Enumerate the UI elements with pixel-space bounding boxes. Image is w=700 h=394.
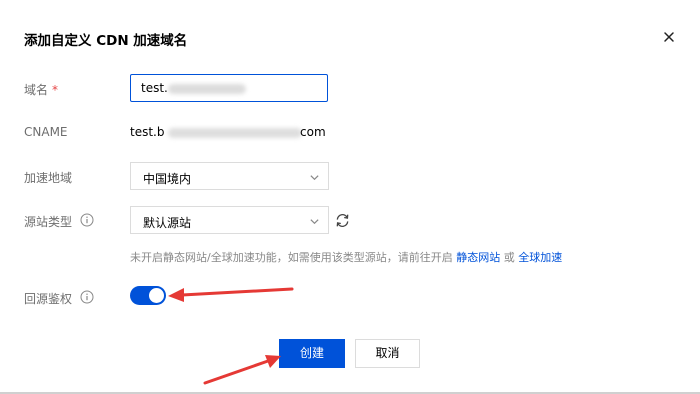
toggle-knob: [149, 288, 164, 303]
global-acceleration-link[interactable]: 全球加速: [518, 251, 562, 264]
origin-auth-toggle[interactable]: [130, 286, 166, 305]
origin-auth-label: 回源鉴权: [24, 292, 73, 306]
info-icon[interactable]: [80, 213, 94, 227]
cname-value-start: test.b: [130, 125, 165, 139]
cancel-button[interactable]: 取消: [355, 339, 420, 368]
domain-label: 域名 *: [24, 83, 59, 97]
origin-type-selected-value: 默认源站: [143, 216, 192, 230]
chevron-down-icon: [310, 219, 319, 225]
info-icon[interactable]: [80, 290, 94, 304]
close-icon[interactable]: [660, 28, 678, 46]
region-selected-value: 中国境内: [143, 172, 192, 186]
region-label: 加速地域: [24, 171, 73, 185]
cdn-domain-dialog: 添加自定义 CDN 加速域名 域名* CNAME test.b com 加速地域…: [0, 0, 700, 394]
red-arrow-toggle: [168, 287, 294, 302]
cname-value-end: com: [300, 125, 326, 139]
region-select[interactable]: 中国境内: [130, 162, 329, 190]
annotation-arrows: [168, 287, 294, 385]
required-mark: *: [52, 83, 59, 97]
create-button[interactable]: 创建: [279, 339, 345, 368]
redacted-cname-blur: [168, 128, 302, 138]
static-website-link[interactable]: 静态网站: [456, 251, 500, 264]
origin-type-label: 源站类型: [24, 215, 73, 229]
refresh-icon[interactable]: [334, 212, 351, 229]
origin-type-hint: 未开启静态网站/全球加速功能，如需使用该类型源站，请前往开启 静态网站 或 全球…: [130, 251, 563, 264]
cname-label: CNAME: [24, 125, 68, 139]
red-arrow-create: [203, 355, 281, 385]
origin-type-select[interactable]: 默认源站: [130, 206, 329, 234]
redacted-domain-blur: [168, 84, 246, 94]
dialog-title: 添加自定义 CDN 加速域名: [24, 33, 188, 49]
chevron-down-icon: [310, 175, 319, 181]
